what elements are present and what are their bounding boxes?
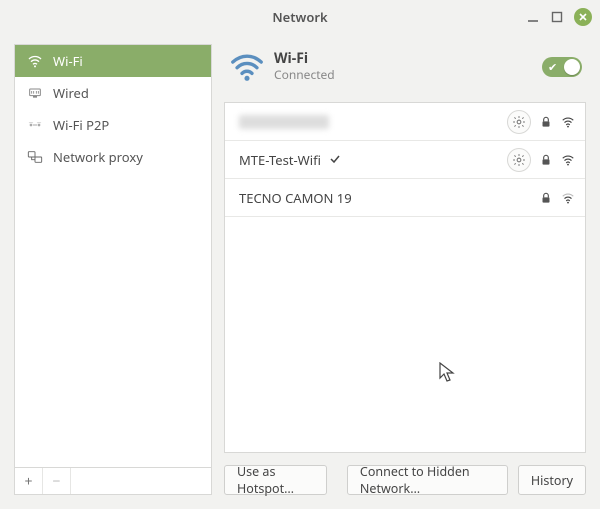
- lock-icon: [539, 153, 553, 167]
- history-button[interactable]: History: [518, 465, 586, 495]
- window-title: Network: [272, 8, 327, 26]
- signal-icon: [561, 191, 575, 205]
- wifi-status: Connected: [274, 68, 335, 82]
- wifi-icon: [230, 50, 264, 84]
- network-row[interactable]: MTE-Test-Wifi: [225, 141, 585, 179]
- sidebar-item-label: Wi-Fi P2P: [53, 116, 109, 134]
- sidebar-item-label: Wi-Fi: [53, 52, 83, 70]
- check-icon: ✔: [548, 60, 557, 75]
- network-actions: [539, 191, 575, 205]
- settings-button[interactable]: [507, 148, 531, 172]
- sidebar-item-proxy[interactable]: Network proxy: [15, 141, 211, 173]
- minimize-button[interactable]: [526, 10, 540, 24]
- signal-icon: [561, 115, 575, 129]
- wifi-icon: [27, 53, 43, 69]
- hidden-network-button[interactable]: Connect to Hidden Network…: [347, 465, 508, 495]
- network-name: MTE-Test-Wifi: [239, 151, 507, 169]
- connected-check-icon: [329, 151, 341, 169]
- toggle-knob: [564, 59, 580, 75]
- network-actions: [507, 148, 575, 172]
- wifi-header: Wi-Fi Connected ✔: [224, 44, 586, 102]
- network-row[interactable]: [225, 103, 585, 141]
- sidebar-item-wifi-p2p[interactable]: Wi-Fi P2P: [15, 109, 211, 141]
- sidebar-list: Wi-Fi Wired: [14, 44, 212, 467]
- add-button[interactable]: +: [15, 468, 43, 494]
- hotspot-button[interactable]: Use as Hotspot…: [224, 465, 327, 495]
- sidebar-item-wired[interactable]: Wired: [15, 77, 211, 109]
- proxy-icon: [27, 149, 43, 165]
- network-row[interactable]: TECNO CAMON 19: [225, 179, 585, 217]
- titlebar: Network: [0, 0, 600, 34]
- maximize-button[interactable]: [550, 10, 564, 24]
- main: Wi-Fi Connected ✔: [224, 44, 586, 495]
- close-button[interactable]: [574, 8, 592, 26]
- network-actions: [507, 110, 575, 134]
- network-list: MTE-Test-Wifi: [224, 102, 586, 453]
- p2p-icon: [27, 117, 43, 133]
- sidebar-footer: + −: [14, 467, 212, 495]
- sidebar-item-label: Wired: [53, 84, 89, 102]
- lock-icon: [539, 191, 553, 205]
- footer-buttons: Use as Hotspot… Connect to Hidden Networ…: [224, 465, 586, 495]
- sidebar-item-wifi[interactable]: Wi-Fi: [15, 45, 211, 77]
- network-name: TECNO CAMON 19: [239, 189, 539, 207]
- ethernet-icon: [27, 85, 43, 101]
- lock-icon: [539, 115, 553, 129]
- window-controls: [526, 0, 592, 34]
- redacted-text: [239, 115, 329, 129]
- wifi-header-text: Wi-Fi Connected: [274, 51, 335, 82]
- remove-button[interactable]: −: [43, 468, 71, 494]
- settings-button[interactable]: [507, 110, 531, 134]
- network-name: [239, 115, 507, 129]
- sidebar-item-label: Network proxy: [53, 148, 143, 166]
- content: Wi-Fi Wired: [0, 34, 600, 509]
- signal-icon: [561, 153, 575, 167]
- sidebar: Wi-Fi Wired: [14, 44, 212, 495]
- wifi-toggle[interactable]: ✔: [542, 57, 582, 77]
